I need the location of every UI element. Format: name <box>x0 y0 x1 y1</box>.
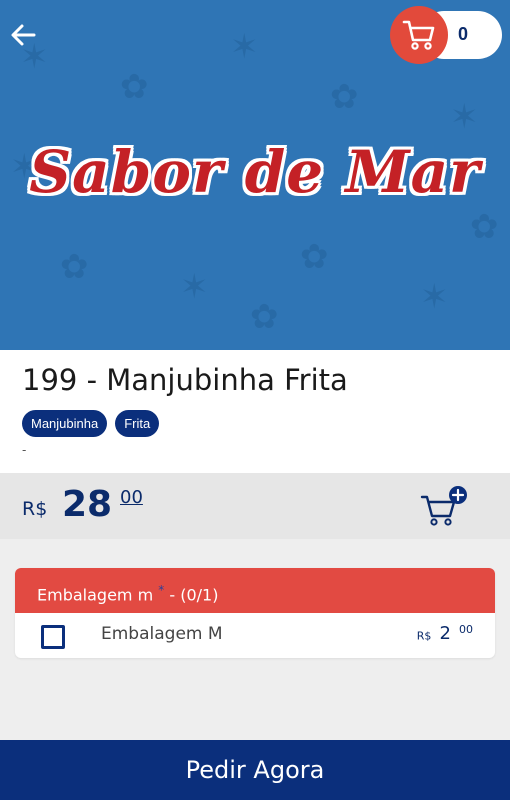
product-info: 199 - Manjubinha Frita Manjubinha Frita … <box>0 350 510 473</box>
options-group-header: Embalagem m * - (0/1) <box>15 568 495 613</box>
add-to-cart-icon <box>420 486 467 526</box>
required-mark: * <box>158 583 165 597</box>
shopping-cart-icon <box>402 20 435 50</box>
hero-banner: ✶ ✿ ✶ ✿ ✶ ✿ ✶ ✿ ✶ ✿ ✶ ✿ Sabor de Mar 0 <box>0 0 510 350</box>
price-integer: 28 <box>62 484 113 525</box>
option-checkbox[interactable] <box>41 625 65 649</box>
cart-icon-circle <box>390 6 448 64</box>
option-row[interactable]: Embalagem M R$ 2 00 <box>15 613 495 658</box>
product-title: 199 - Manjubinha Frita <box>22 363 348 397</box>
tag-chip: Manjubinha <box>22 410 108 437</box>
option-price: R$ 2 00 <box>417 623 473 644</box>
option-label: Embalagem M <box>101 624 223 644</box>
price-bar: R$ 28 00 <box>0 473 510 539</box>
cart-button[interactable]: 0 <box>390 6 502 64</box>
arrow-left-icon <box>11 24 36 46</box>
options-group-counter: - (0/1) <box>169 585 219 605</box>
price-cents: 00 <box>120 487 143 508</box>
option-price-integer: 2 <box>439 623 451 645</box>
order-now-button[interactable]: Pedir Agora <box>0 740 510 800</box>
tag-chip: Frita <box>115 410 160 437</box>
cart-count-badge: 0 <box>458 24 469 44</box>
restaurant-logo: Sabor de Mar <box>29 138 481 206</box>
price-currency: R$ <box>22 498 48 520</box>
product-description: - <box>22 443 27 457</box>
option-price-currency: R$ <box>416 629 432 643</box>
add-to-cart-button[interactable] <box>418 485 472 529</box>
back-button[interactable] <box>8 20 38 50</box>
product-tags: Manjubinha Frita <box>22 410 160 437</box>
options-group-name: Embalagem m <box>37 585 154 605</box>
options-group-card: Embalagem m * - (0/1) Embalagem M R$ 2 0… <box>15 568 495 658</box>
option-price-cents: 00 <box>459 623 473 636</box>
